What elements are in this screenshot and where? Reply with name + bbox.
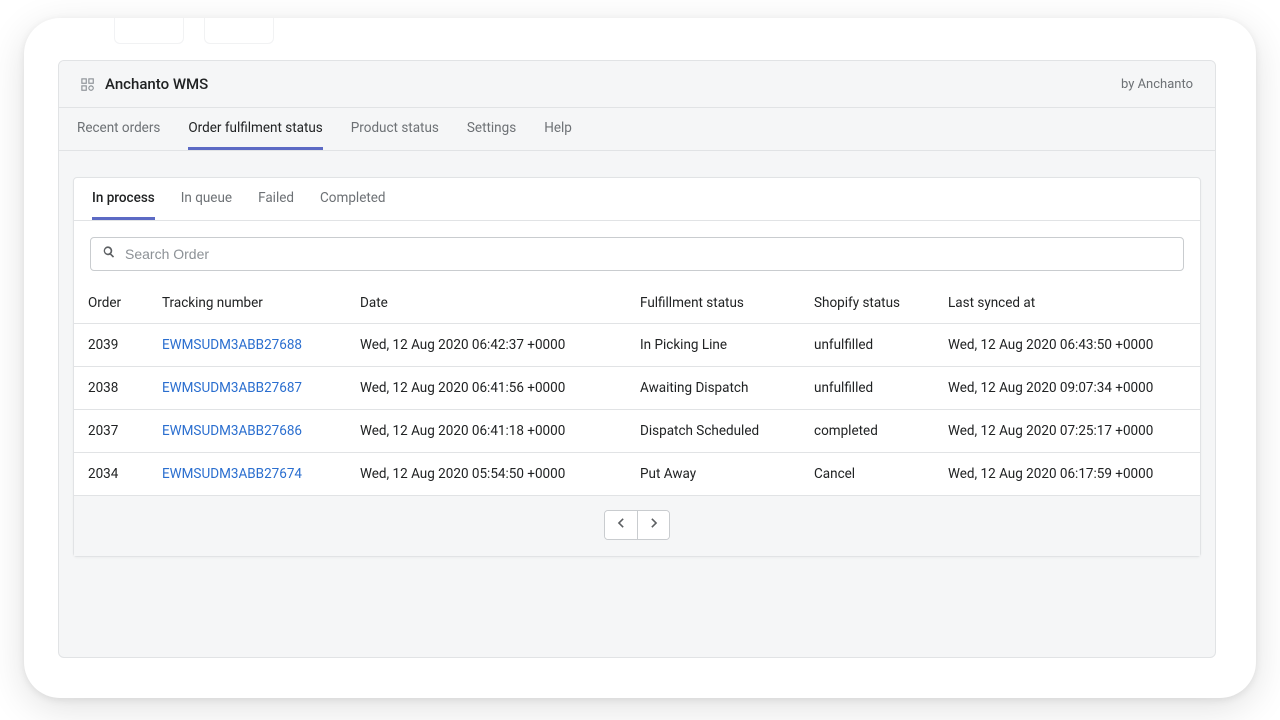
- pagination: [74, 496, 1200, 556]
- arrow-left-icon: [613, 515, 629, 535]
- app-shell: Anchanto WMS by Anchanto Recent orders O…: [58, 60, 1216, 658]
- table-row: 2034 EWMSUDM3ABB27674 Wed, 12 Aug 2020 0…: [74, 453, 1200, 496]
- col-order: Order: [74, 283, 148, 324]
- cell-shopify: unfulfilled: [800, 367, 934, 410]
- prev-page-button[interactable]: [605, 511, 637, 539]
- subtab-in-process[interactable]: In process: [92, 178, 155, 220]
- search-input[interactable]: [117, 244, 1173, 264]
- table-header-row: Order Tracking number Date Fulfillment s…: [74, 283, 1200, 324]
- cell-date: Wed, 12 Aug 2020 05:54:50 +0000: [346, 453, 626, 496]
- table-row: 2038 EWMSUDM3ABB27687 Wed, 12 Aug 2020 0…: [74, 367, 1200, 410]
- cell-fulfillment: In Picking Line: [626, 324, 800, 367]
- arrow-right-icon: [646, 515, 662, 535]
- cell-shopify: unfulfilled: [800, 324, 934, 367]
- cell-fulfillment: Dispatch Scheduled: [626, 410, 800, 453]
- background-browser-tabs: [114, 18, 274, 44]
- cell-synced: Wed, 12 Aug 2020 09:07:34 +0000: [934, 367, 1200, 410]
- tab-order-fulfilment-status[interactable]: Order fulfilment status: [188, 108, 322, 150]
- cell-shopify: Cancel: [800, 453, 934, 496]
- orders-panel: In process In queue Failed Completed: [73, 177, 1201, 557]
- next-page-button[interactable]: [637, 511, 669, 539]
- window-card: Anchanto WMS by Anchanto Recent orders O…: [24, 18, 1256, 698]
- table-row: 2037 EWMSUDM3ABB27686 Wed, 12 Aug 2020 0…: [74, 410, 1200, 453]
- col-shopify: Shopify status: [800, 283, 934, 324]
- app-byline: by Anchanto: [1121, 77, 1193, 92]
- col-date: Date: [346, 283, 626, 324]
- search-icon: [101, 244, 117, 264]
- table-body: 2039 EWMSUDM3ABB27688 Wed, 12 Aug 2020 0…: [74, 324, 1200, 496]
- subtab-completed[interactable]: Completed: [320, 178, 386, 220]
- tracking-link[interactable]: EWMSUDM3ABB27674: [162, 466, 302, 482]
- cell-fulfillment: Put Away: [626, 453, 800, 496]
- tracking-link[interactable]: EWMSUDM3ABB27688: [162, 337, 302, 353]
- content-area: In process In queue Failed Completed: [59, 151, 1215, 657]
- tracking-link[interactable]: EWMSUDM3ABB27686: [162, 423, 302, 439]
- cell-shopify: completed: [800, 410, 934, 453]
- cell-order: 2038: [74, 367, 148, 410]
- orders-table: Order Tracking number Date Fulfillment s…: [74, 283, 1200, 496]
- app-title: Anchanto WMS: [105, 75, 208, 93]
- cell-synced: Wed, 12 Aug 2020 06:17:59 +0000: [934, 453, 1200, 496]
- search-box[interactable]: [90, 237, 1184, 271]
- col-fulfillment: Fulfillment status: [626, 283, 800, 324]
- tab-recent-orders[interactable]: Recent orders: [77, 108, 160, 150]
- tab-product-status[interactable]: Product status: [351, 108, 439, 150]
- cell-fulfillment: Awaiting Dispatch: [626, 367, 800, 410]
- search-wrap: [74, 221, 1200, 283]
- cell-synced: Wed, 12 Aug 2020 07:25:17 +0000: [934, 410, 1200, 453]
- subtab-failed[interactable]: Failed: [258, 178, 294, 220]
- tab-settings[interactable]: Settings: [467, 108, 516, 150]
- cell-date: Wed, 12 Aug 2020 06:41:56 +0000: [346, 367, 626, 410]
- cell-order: 2039: [74, 324, 148, 367]
- status-sub-tabs: In process In queue Failed Completed: [74, 178, 1200, 221]
- col-synced: Last synced at: [934, 283, 1200, 324]
- table-row: 2039 EWMSUDM3ABB27688 Wed, 12 Aug 2020 0…: [74, 324, 1200, 367]
- subtab-in-queue[interactable]: In queue: [181, 178, 232, 220]
- cell-date: Wed, 12 Aug 2020 06:41:18 +0000: [346, 410, 626, 453]
- col-tracking: Tracking number: [148, 283, 346, 324]
- cell-order: 2037: [74, 410, 148, 453]
- tab-help[interactable]: Help: [544, 108, 572, 150]
- app-icon: [81, 77, 95, 91]
- main-tabs: Recent orders Order fulfilment status Pr…: [59, 108, 1215, 151]
- app-header: Anchanto WMS by Anchanto: [59, 61, 1215, 108]
- cell-date: Wed, 12 Aug 2020 06:42:37 +0000: [346, 324, 626, 367]
- cell-order: 2034: [74, 453, 148, 496]
- cell-synced: Wed, 12 Aug 2020 06:43:50 +0000: [934, 324, 1200, 367]
- tracking-link[interactable]: EWMSUDM3ABB27687: [162, 380, 302, 396]
